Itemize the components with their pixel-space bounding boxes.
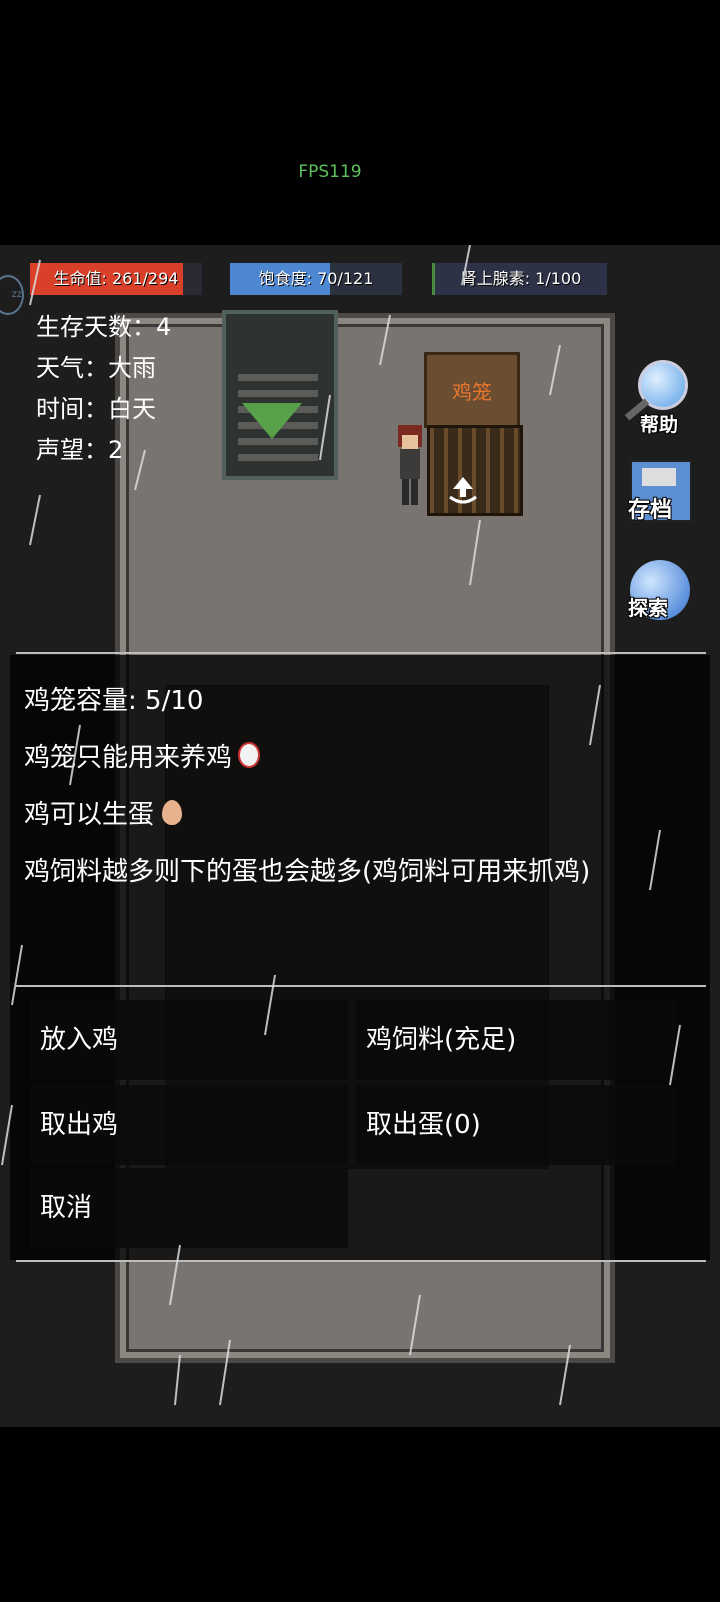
health-bar: 生命值: 261/294 (30, 263, 202, 295)
dialog-mid-divider (16, 985, 706, 987)
game-viewport: 鸡笼 生命值: 261/294 饱食度: 70/121 肾上腺素: 1/100 … (0, 245, 720, 1427)
coop-info-line3: 鸡饲料越多则下的蛋也会越多(鸡饲料可用来抓鸡) (24, 857, 591, 887)
chicken-icon (238, 742, 261, 768)
explore-label: 探索 (628, 596, 668, 620)
coop-info-line1: 鸡笼只能用来养鸡 (24, 743, 233, 773)
save-label: 存档 (628, 498, 673, 523)
interact-icon[interactable] (446, 475, 480, 507)
days-survived: 生存天数：4 (36, 313, 172, 341)
dialog-bottom-divider (16, 1260, 706, 1262)
coop-sign-label: 鸡笼 (452, 379, 492, 404)
take-egg-button[interactable]: 取出蛋(0) (356, 1085, 676, 1165)
hunger-label: 饱食度: 70/121 (258, 269, 374, 288)
help-label: 帮助 (640, 414, 679, 436)
coop-info-line2: 鸡可以生蛋 (24, 800, 155, 830)
cancel-button[interactable]: 取消 (30, 1168, 348, 1248)
weather: 天气：大雨 (36, 354, 156, 382)
sleep-icon[interactable]: zz (0, 275, 24, 315)
coop-capacity: 鸡笼容量: 5/10 (24, 686, 204, 716)
explore-button[interactable]: 探索 (628, 560, 698, 630)
help-button[interactable]: 帮助 (624, 360, 698, 436)
player-character (398, 425, 422, 505)
dialog-top-divider (16, 652, 706, 654)
health-label: 生命值: 261/294 (53, 269, 179, 288)
coop-sign: 鸡笼 (424, 352, 520, 428)
time-of-day: 时间：白天 (36, 395, 156, 423)
staircase[interactable] (222, 310, 338, 480)
coop-info: 鸡笼容量: 5/10 鸡笼只能用来养鸡 鸡可以生蛋 鸡饲料越多则下的蛋也会越多(… (24, 673, 590, 901)
status-panel: 生存天数：4 天气：大雨 时间：白天 声望：2 (36, 307, 171, 471)
chicken-feed-button[interactable]: 鸡饲料(充足) (356, 1000, 676, 1080)
egg-icon (162, 800, 183, 825)
save-button[interactable]: 存档 (628, 460, 698, 530)
hunger-bar: 饱食度: 70/121 (230, 263, 402, 295)
down-arrow-icon[interactable] (242, 403, 302, 439)
reputation: 声望：2 (36, 436, 124, 464)
adrenaline-bar: 肾上腺素: 1/100 (432, 263, 607, 295)
put-chicken-button[interactable]: 放入鸡 (30, 1000, 348, 1080)
adrenaline-label: 肾上腺素: 1/100 (460, 269, 582, 288)
take-chicken-button[interactable]: 取出鸡 (30, 1085, 348, 1165)
fps-counter: FPS119 (298, 162, 362, 182)
